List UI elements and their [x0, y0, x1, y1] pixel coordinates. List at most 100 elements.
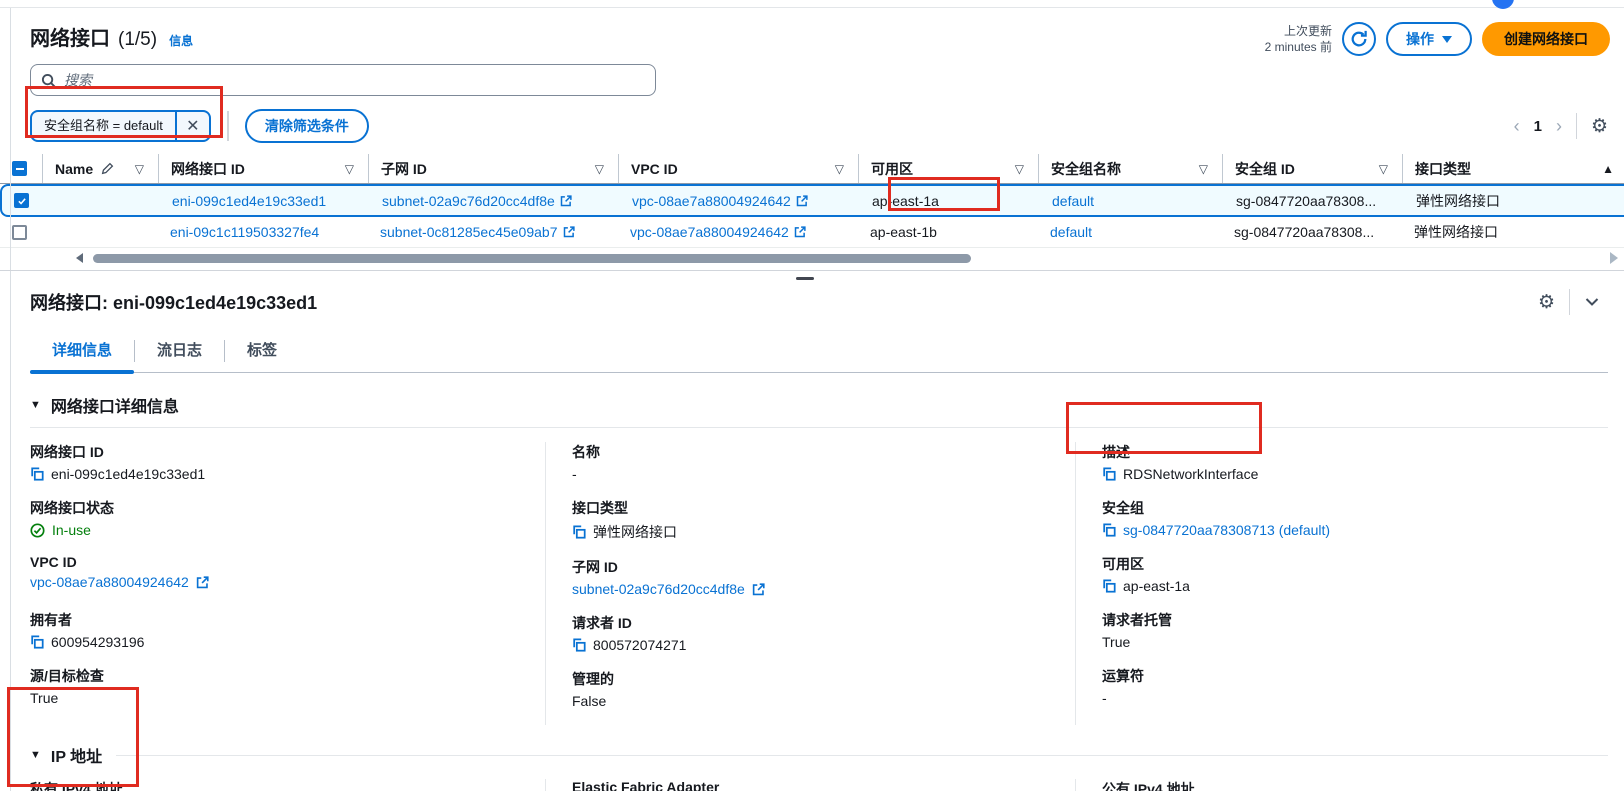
owner-value: 600954293196 — [51, 634, 144, 650]
create-network-interface-button[interactable]: 创建网络接口 — [1482, 22, 1610, 56]
status-ok-icon — [30, 523, 45, 538]
row-checkbox[interactable] — [12, 225, 27, 240]
name-cell — [42, 217, 158, 247]
column-header-az[interactable]: 可用区 ▽ — [858, 154, 1038, 183]
vpc-id-link[interactable]: vpc-08ae7a88004924642 — [30, 574, 189, 590]
field-requester-id: 请求者 ID 800572074271 — [572, 613, 1075, 654]
sort-icon[interactable]: ▽ — [1379, 162, 1388, 176]
column-header-sg-name[interactable]: 安全组名称 ▽ — [1038, 154, 1222, 183]
eni-id-link[interactable]: eni-099c1ed4e19c33ed1 — [172, 193, 326, 209]
refresh-icon — [1350, 30, 1368, 48]
clear-filters-button[interactable]: 清除筛选条件 — [245, 109, 369, 143]
interface-type-value: 弹性网络接口 — [593, 522, 677, 542]
external-link-icon — [752, 583, 765, 596]
selection-count: (1/5) — [118, 29, 157, 51]
copy-icon[interactable] — [30, 635, 44, 649]
az-value: ap-east-1a — [1123, 578, 1190, 594]
field-vpc-id: VPC ID vpc-08ae7a88004924642 — [30, 554, 545, 595]
field-operator: 运算符 - — [1102, 666, 1605, 707]
copy-icon[interactable] — [572, 525, 586, 539]
copy-icon[interactable] — [30, 467, 44, 481]
info-link[interactable]: 信息 — [169, 32, 193, 49]
sort-icon[interactable]: ▽ — [1015, 162, 1024, 176]
ip-grid: 私有 IPv4 地址 10.0.14.108 Elastic Fabric Ad… — [30, 779, 1608, 791]
detail-tabs: 详细信息 流日志 标签 — [30, 331, 1608, 373]
page-number[interactable]: 1 — [1534, 118, 1542, 135]
scroll-right-icon[interactable] — [1610, 252, 1618, 264]
az-cell: ap-east-1a — [860, 186, 1040, 215]
src-dst-value: True — [30, 690, 58, 706]
field-managed: 管理的 False — [572, 669, 1075, 710]
column-header-vpc-id[interactable]: VPC ID ▽ — [618, 154, 858, 183]
details-grid: 网络接口 ID eni-099c1ed4e19c33ed1 网络接口状态 In-… — [30, 442, 1608, 725]
subnet-id-link[interactable]: subnet-02a9c76d20cc4df8e — [572, 581, 745, 597]
sg-id-cell: sg-0847720aa78308... — [1222, 217, 1402, 247]
sg-name-link[interactable]: default — [1052, 193, 1094, 209]
sort-ascending-icon[interactable]: ▲ — [1602, 162, 1614, 176]
name-cell — [44, 186, 160, 215]
column-header-interface-type[interactable]: 接口类型 ▲ — [1402, 154, 1624, 183]
sort-icon[interactable]: ▽ — [345, 162, 354, 176]
subnet-id-link[interactable]: subnet-0c81285ec45e09ab7 — [380, 224, 558, 240]
table-settings-gear-icon[interactable]: ⚙ — [1591, 117, 1608, 136]
select-all-checkbox[interactable] — [12, 161, 27, 176]
subnet-id-link[interactable]: subnet-02a9c76d20cc4df8e — [382, 193, 555, 209]
requester-id-value: 800572074271 — [593, 637, 686, 653]
external-link-icon — [560, 195, 572, 207]
security-group-link[interactable]: sg-0847720aa78308713 (default) — [1123, 522, 1330, 538]
field-eni-id: 网络接口 ID eni-099c1ed4e19c33ed1 — [30, 442, 545, 483]
column-header-name[interactable]: Name ▽ — [42, 154, 158, 183]
tab-flow-logs[interactable]: 流日志 — [135, 331, 224, 372]
triangle-down-icon: ▼ — [30, 749, 41, 761]
field-description: 描述 RDSNetworkInterface — [1102, 442, 1605, 483]
vpc-id-link[interactable]: vpc-08ae7a88004924642 — [630, 224, 789, 240]
panel-settings-gear-icon[interactable]: ⚙ — [1538, 293, 1555, 312]
next-page-icon[interactable]: › — [1556, 117, 1562, 135]
refresh-button[interactable] — [1342, 22, 1376, 56]
scroll-left-icon[interactable] — [76, 253, 83, 263]
status-value: In-use — [52, 522, 91, 538]
filter-chip[interactable]: 安全组名称 = default ✕ — [30, 110, 211, 142]
column-header-sg-id[interactable]: 安全组 ID ▽ — [1222, 154, 1402, 183]
eni-id-link[interactable]: eni-09c1c119503327fe4 — [170, 224, 319, 240]
last-updated-line1: 上次更新 — [1265, 23, 1332, 39]
copy-icon[interactable] — [572, 638, 586, 652]
network-interfaces-page: 网络接口 (1/5) 信息 上次更新 2 minutes 前 操作 创建网络接口 — [0, 0, 1624, 791]
table-row[interactable]: eni-099c1ed4e19c33ed1 subnet-02a9c76d20c… — [0, 184, 1624, 217]
copy-icon[interactable] — [1102, 523, 1116, 537]
remove-filter-icon[interactable]: ✕ — [175, 112, 209, 140]
sort-icon[interactable]: ▽ — [1199, 162, 1208, 176]
vpc-id-link[interactable]: vpc-08ae7a88004924642 — [632, 193, 791, 209]
tab-details[interactable]: 详细信息 — [30, 331, 134, 372]
sort-icon[interactable]: ▽ — [595, 162, 604, 176]
operator-value: - — [1102, 690, 1107, 706]
external-link-icon — [563, 226, 575, 238]
tab-tags[interactable]: 标签 — [225, 331, 299, 372]
description-value: RDSNetworkInterface — [1123, 466, 1258, 482]
field-security-group: 安全组 sg-0847720aa78308713 (default) — [1102, 498, 1605, 539]
triangle-down-icon: ▼ — [30, 399, 41, 411]
sort-icon[interactable]: ▽ — [135, 162, 144, 176]
copy-icon[interactable] — [1102, 467, 1116, 481]
copy-icon[interactable] — [1102, 579, 1116, 593]
collapse-panel-chevron-icon[interactable] — [1584, 294, 1600, 310]
table-row[interactable]: eni-09c1c119503327fe4 subnet-0c81285ec45… — [0, 217, 1624, 248]
column-header-eni-id[interactable]: 网络接口 ID ▽ — [158, 154, 368, 183]
prev-page-icon[interactable]: ‹ — [1514, 117, 1520, 135]
scrollbar-thumb[interactable] — [93, 254, 971, 263]
row-checkbox[interactable] — [14, 193, 29, 208]
actions-button[interactable]: 操作 — [1386, 22, 1472, 56]
search-icon — [41, 73, 56, 88]
sort-icon[interactable]: ▽ — [835, 162, 844, 176]
section-interface-details[interactable]: ▼ 网络接口详细信息 — [30, 393, 1608, 417]
name-value: - — [572, 466, 577, 482]
search-box[interactable] — [30, 64, 656, 96]
field-availability-zone: 可用区 ap-east-1a — [1102, 554, 1605, 595]
section-ip-addresses[interactable]: ▼ IP 地址 — [30, 743, 102, 767]
last-updated: 上次更新 2 minutes 前 — [1265, 23, 1332, 55]
search-input[interactable] — [64, 72, 645, 88]
sg-name-link[interactable]: default — [1050, 224, 1092, 240]
az-cell: ap-east-1b — [858, 217, 1038, 247]
actions-button-label: 操作 — [1406, 29, 1434, 49]
column-header-subnet-id[interactable]: 子网 ID ▽ — [368, 154, 618, 183]
